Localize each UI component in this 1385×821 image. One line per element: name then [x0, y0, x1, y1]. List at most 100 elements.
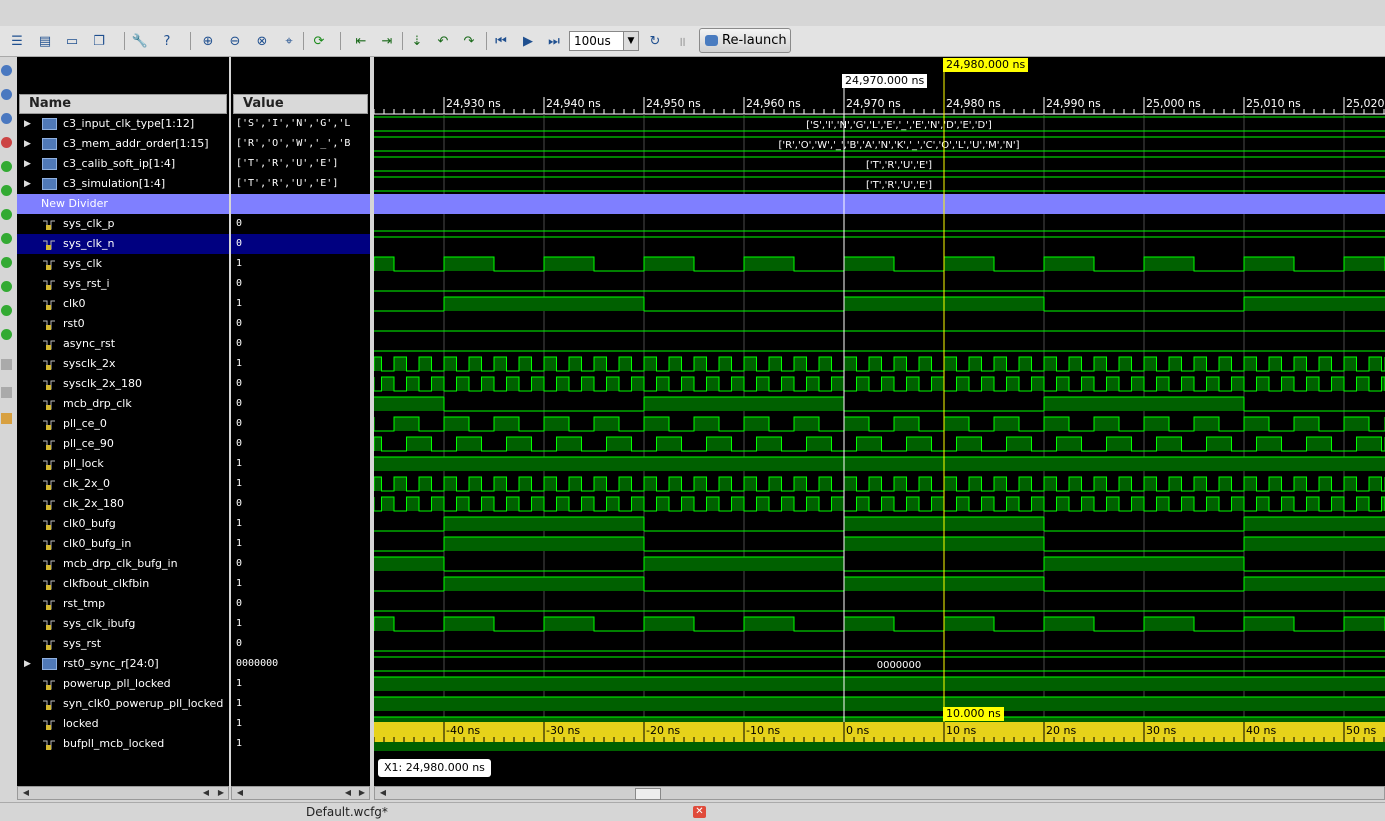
signal-row[interactable]: rst_tmp	[17, 594, 229, 614]
zoom-in-icon[interactable]: ⊕	[199, 32, 217, 50]
expand-arrow-icon[interactable]: ▶	[24, 174, 31, 194]
restart-icon[interactable]: ⏮	[492, 32, 510, 50]
value-hscroll[interactable]: ◀ ◀ ▶	[231, 786, 370, 800]
scroll-left-icon[interactable]: ◀	[342, 787, 354, 799]
signal-value[interactable]: 0000000	[231, 654, 370, 674]
signal-row[interactable]: pll_lock	[17, 454, 229, 474]
refresh-icon[interactable]: ⟳	[310, 32, 328, 50]
signal-value[interactable]: 0	[231, 334, 370, 354]
run-time-select[interactable]: 100us ▼	[569, 31, 639, 51]
signal-value[interactable]: 0	[231, 594, 370, 614]
waveform-canvas[interactable]: 24,930 ns24,940 ns24,950 ns24,960 ns24,9…	[374, 57, 1385, 786]
signal-value[interactable]: ['T','R','U','E']	[231, 154, 370, 174]
zoom-fit-icon[interactable]	[1, 113, 12, 124]
signal-value[interactable]	[231, 194, 370, 214]
expand-icon[interactable]: ☰	[8, 32, 26, 50]
run-icon[interactable]: ▶	[519, 32, 537, 50]
signal-row[interactable]: locked	[17, 714, 229, 734]
expand-arrow-icon[interactable]: ▶	[24, 134, 31, 154]
signal-row[interactable]: powerup_pll_locked	[17, 674, 229, 694]
signal-value[interactable]: 0	[231, 234, 370, 254]
zoom-in-icon[interactable]	[1, 65, 12, 76]
signal-value[interactable]: 1	[231, 694, 370, 714]
signal-value[interactable]: 0	[231, 434, 370, 454]
signal-value[interactable]: ['R','O','W','_','B	[231, 134, 370, 154]
signal-value[interactable]: 1	[231, 614, 370, 634]
signal-value[interactable]: 0	[231, 214, 370, 234]
signal-row[interactable]: syn_clk0_powerup_pll_locked	[17, 694, 229, 714]
scroll-right-icon[interactable]: ▶	[215, 787, 227, 799]
expand-arrow-icon[interactable]: ▶	[24, 154, 31, 174]
signal-row[interactable]: clk_2x_180	[17, 494, 229, 514]
signal-row[interactable]: pll_ce_90	[17, 434, 229, 454]
signal-value[interactable]: 1	[231, 454, 370, 474]
signal-row[interactable]: sys_rst_i	[17, 274, 229, 294]
signal-row[interactable]: async_rst	[17, 334, 229, 354]
signal-value[interactable]: 1	[231, 514, 370, 534]
signal-value[interactable]: ['S','I','N','G','L	[231, 114, 370, 134]
signal-value[interactable]: 1	[231, 574, 370, 594]
signal-row[interactable]: ▶c3_input_clk_type[1:12]	[17, 114, 229, 134]
signal-row[interactable]: clk0	[17, 294, 229, 314]
signal-value[interactable]: ['T','R','U','E']	[231, 174, 370, 194]
signal-value[interactable]: 0	[231, 374, 370, 394]
previous-edge-icon[interactable]	[1, 233, 12, 244]
signal-value[interactable]: 1	[231, 354, 370, 374]
wrench-icon[interactable]: 🔧	[131, 32, 149, 50]
cursor-icon[interactable]	[1, 137, 12, 148]
go-back-icon[interactable]: ⇤	[352, 32, 370, 50]
next-edge-icon[interactable]	[1, 257, 12, 268]
signal-row[interactable]: clk0_bufg	[17, 514, 229, 534]
go-forward-icon[interactable]	[1, 185, 12, 196]
signal-row[interactable]: clk_2x_0	[17, 474, 229, 494]
signal-row[interactable]: ▶c3_calib_soft_ip[1:4]	[17, 154, 229, 174]
swap-icon[interactable]	[1, 359, 12, 370]
signal-value[interactable]: 1	[231, 674, 370, 694]
add-marker-icon[interactable]	[1, 281, 12, 292]
marker-icon[interactable]: ⇣	[408, 32, 426, 50]
next-marker-icon[interactable]	[1, 329, 12, 340]
signal-value[interactable]: 0	[231, 634, 370, 654]
signal-row[interactable]: sysclk_2x	[17, 354, 229, 374]
signal-value[interactable]: 1	[231, 714, 370, 734]
signal-row[interactable]: mcb_drp_clk_bufg_in	[17, 554, 229, 574]
scroll-left-icon[interactable]: ◀	[200, 787, 212, 799]
expand-arrow-icon[interactable]: ▶	[24, 654, 31, 674]
signal-row[interactable]: pll_ce_0	[17, 414, 229, 434]
snap-icon[interactable]	[1, 387, 12, 398]
signal-row[interactable]: mcb_drp_clk	[17, 394, 229, 414]
name-hscroll[interactable]: ◀ ◀ ▶	[17, 786, 229, 800]
marker-icon[interactable]	[1, 209, 12, 220]
settings-icon[interactable]	[1, 413, 12, 424]
scroll-left-icon[interactable]: ◀	[377, 787, 389, 799]
signal-row[interactable]: bufpll_mcb_locked	[17, 734, 229, 754]
wave-hscroll[interactable]: ◀	[374, 786, 1385, 800]
signal-row[interactable]: sys_clk_n	[17, 234, 229, 254]
go-forward-icon[interactable]: ⇥	[378, 32, 396, 50]
signal-value[interactable]: 0	[231, 394, 370, 414]
chevron-down-icon[interactable]: ▼	[623, 32, 638, 50]
signal-value[interactable]: 0	[231, 314, 370, 334]
signal-value[interactable]: 1	[231, 534, 370, 554]
scroll-left-icon[interactable]: ◀	[234, 787, 246, 799]
window-icon[interactable]: ▭	[63, 32, 81, 50]
signal-value[interactable]: 1	[231, 734, 370, 754]
zoom-fit-icon[interactable]: ⊗	[253, 32, 271, 50]
scroll-left-icon[interactable]: ◀	[20, 787, 32, 799]
next-edge-icon[interactable]: ↷	[460, 32, 478, 50]
signal-row[interactable]: clk0_bufg_in	[17, 534, 229, 554]
signal-value[interactable]: 0	[231, 414, 370, 434]
signal-row[interactable]: ▶c3_mem_addr_order[1:15]	[17, 134, 229, 154]
signal-value[interactable]: 1	[231, 294, 370, 314]
help-icon[interactable]: ?	[158, 32, 176, 50]
restore-icon[interactable]: ❐	[90, 32, 108, 50]
divider-row[interactable]: New Divider	[17, 194, 229, 214]
prev-marker-icon[interactable]	[1, 305, 12, 316]
go-back-icon[interactable]	[1, 161, 12, 172]
signal-row[interactable]: sys_clk	[17, 254, 229, 274]
pause-icon[interactable]: ॥	[673, 32, 691, 50]
close-icon[interactable]: ✕	[693, 806, 706, 818]
step-icon[interactable]: ↻	[646, 32, 664, 50]
expand-arrow-icon[interactable]: ▶	[24, 114, 31, 134]
relaunch-button[interactable]: Re-launch	[699, 28, 791, 53]
